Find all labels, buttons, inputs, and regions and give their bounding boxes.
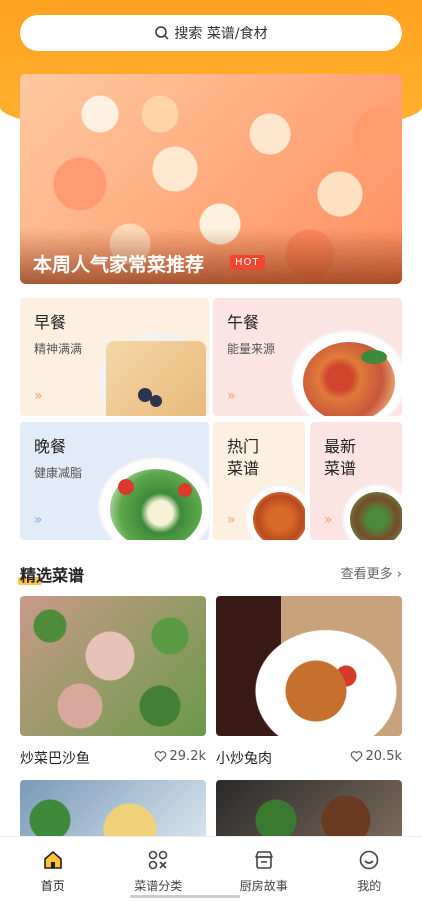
category-title: 晚餐: [34, 437, 67, 456]
recipe-image[interactable]: [20, 780, 206, 840]
category-breakfast[interactable]: 早餐 精神满满 »: [20, 298, 209, 416]
featured-banner[interactable]: 本周人气家常菜推荐 HOT: [20, 74, 402, 284]
chevron-right-icon: »: [324, 512, 332, 528]
smile-icon: [359, 850, 379, 870]
chevron-right-icon: »: [227, 388, 235, 404]
newest-image: [342, 484, 402, 540]
hot-badge: HOT: [230, 255, 265, 270]
tab-label: 首页: [40, 879, 65, 893]
chevron-right-icon: »: [34, 512, 42, 528]
heart-icon: [350, 751, 362, 762]
category-title: 早餐: [34, 313, 67, 332]
category-subtitle: 健康减脂: [34, 466, 83, 480]
tab-label: 我的: [357, 879, 382, 893]
breakfast-image: [98, 333, 209, 416]
banner-title: 本周人气家常菜推荐: [33, 254, 205, 276]
search-icon: [155, 26, 169, 40]
view-more-link[interactable]: 查看更多 ›: [341, 563, 402, 582]
category-popular[interactable]: 热门 菜谱 »: [213, 422, 305, 540]
likes-value: 20.5k: [365, 749, 402, 764]
likes-value: 29.2k: [169, 749, 206, 764]
bottom-tab-bar: 首页 菜谱分类 厨房故事 我的: [0, 836, 422, 902]
heart-icon: [154, 751, 166, 762]
chevron-right-icon: »: [34, 388, 42, 404]
category-title: 午餐: [227, 313, 260, 332]
dinner-image: [98, 457, 209, 540]
tab-profile[interactable]: 我的: [317, 837, 422, 902]
tab-label: 厨房故事: [239, 879, 288, 893]
grid-icon: [148, 850, 168, 870]
likes-count: 20.5k: [350, 749, 402, 764]
recipe-image[interactable]: [20, 596, 206, 736]
tab-home[interactable]: 首页: [0, 837, 106, 902]
category-title: 最新 菜谱: [324, 437, 357, 478]
home-icon: [43, 851, 62, 869]
category-newest[interactable]: 最新 菜谱 »: [310, 422, 402, 540]
popular-image: [245, 484, 305, 540]
category-lunch[interactable]: 午餐 能量来源 »: [213, 298, 402, 416]
category-subtitle: 精神满满: [34, 342, 83, 356]
tab-categories[interactable]: 菜谱分类: [106, 837, 212, 902]
lunch-image: [291, 330, 402, 416]
recipe-name[interactable]: 炒菜巴沙鱼: [20, 748, 90, 768]
tab-kitchen-stories[interactable]: 厨房故事: [211, 837, 317, 902]
home-indicator: [130, 895, 240, 898]
tab-label: 菜谱分类: [134, 879, 183, 893]
category-subtitle: 能量来源: [227, 342, 276, 356]
chevron-right-icon: »: [227, 512, 235, 528]
category-title: 热门 菜谱: [227, 437, 260, 478]
recipe-image[interactable]: [216, 596, 402, 736]
search-placeholder: 搜索 菜谱/食材: [174, 26, 268, 42]
section-title: 精选菜谱: [17, 562, 84, 586]
shop-icon: [254, 851, 273, 869]
recipe-image[interactable]: [216, 780, 402, 840]
likes-count: 29.2k: [154, 749, 206, 764]
recipe-name[interactable]: 小炒兔肉: [216, 748, 272, 768]
search-bar[interactable]: 搜索 菜谱/食材: [20, 15, 402, 51]
category-dinner[interactable]: 晚餐 健康减脂 »: [20, 422, 209, 540]
